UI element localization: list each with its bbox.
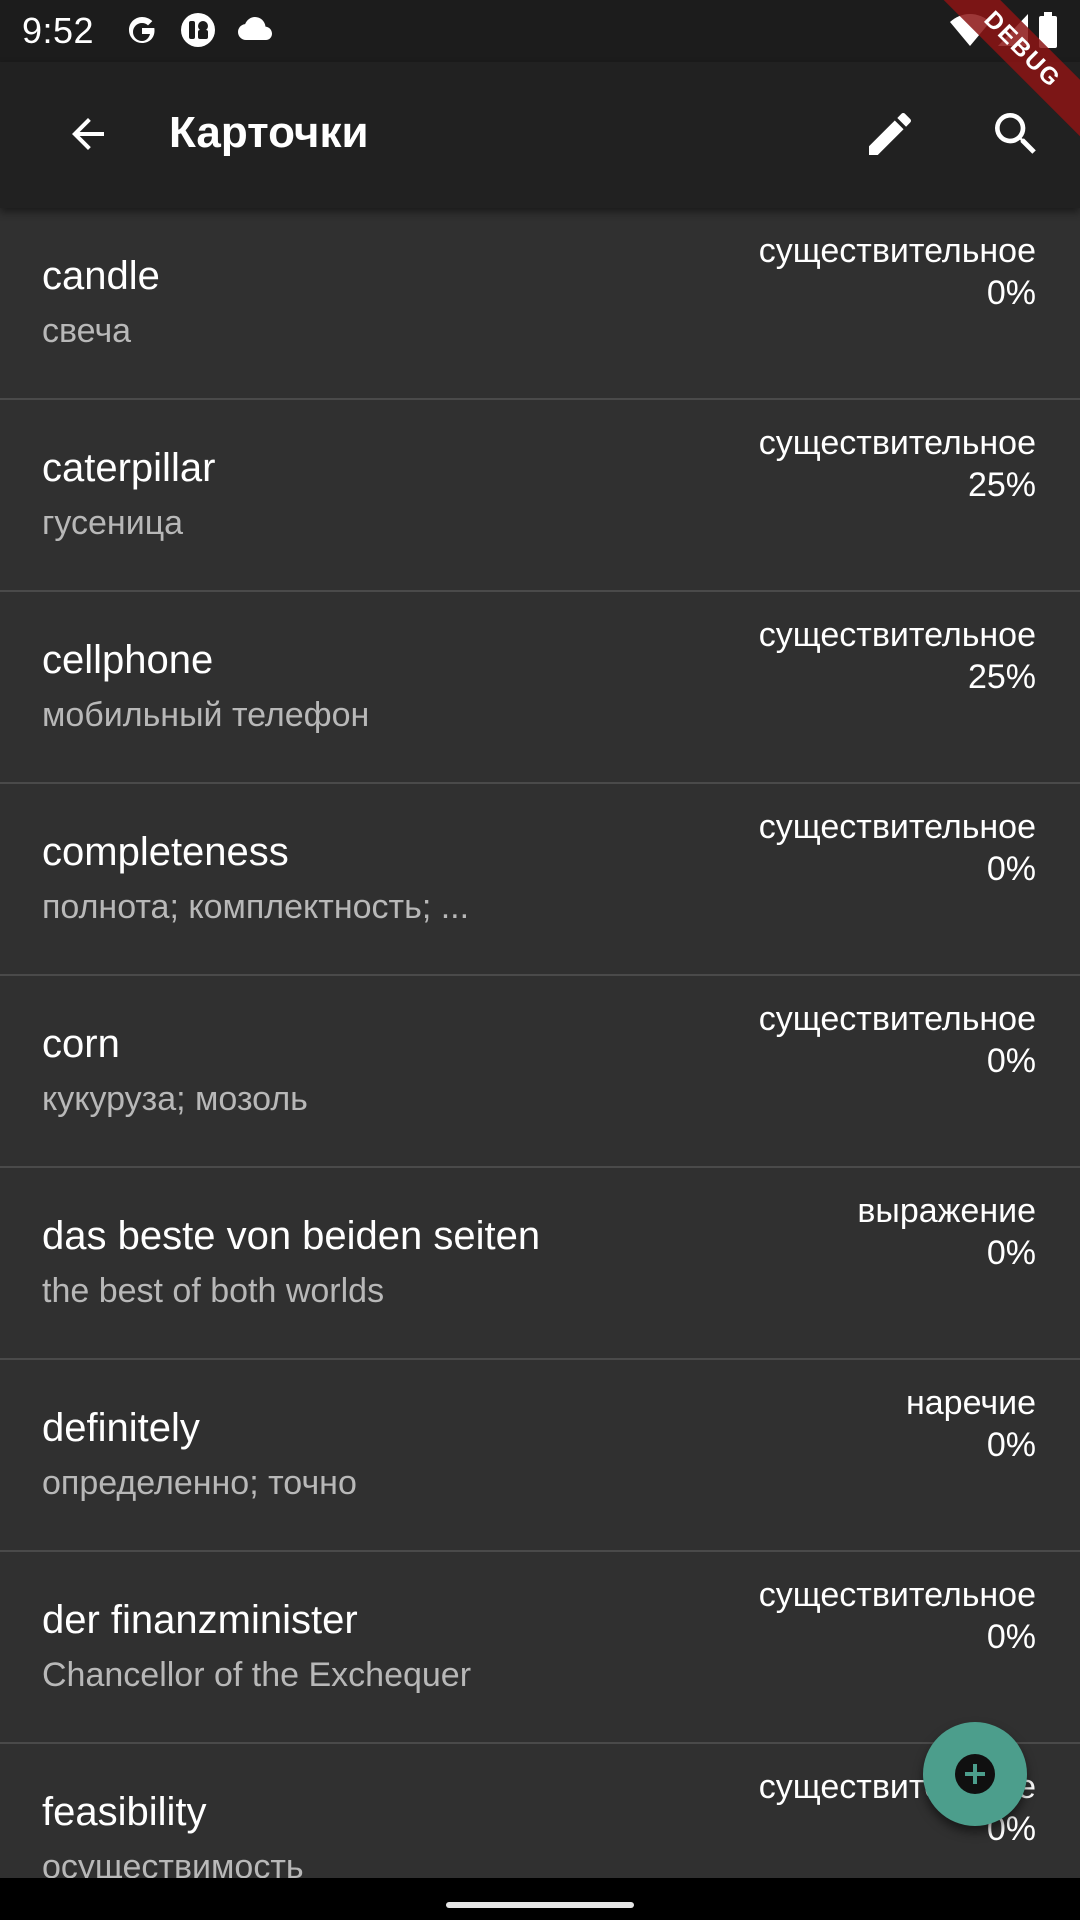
card-translation: определенно; точно xyxy=(42,1464,357,1502)
edit-button[interactable] xyxy=(842,86,938,182)
card-type: существительное xyxy=(758,1576,1036,1614)
card-progress: 25% xyxy=(967,466,1036,504)
card-translation: осуществимость xyxy=(42,1848,304,1878)
card-translation: гусеница xyxy=(42,504,184,542)
card-progress: 0% xyxy=(986,850,1036,888)
navigation-bar xyxy=(0,1878,1080,1920)
status-bar: 9:52 xyxy=(0,0,1080,62)
card-progress: 0% xyxy=(986,274,1036,312)
list-item[interactable]: feasibility осуществимость существительн… xyxy=(0,1744,1080,1878)
card-translation: свеча xyxy=(42,312,132,350)
card-type: существительное xyxy=(758,232,1036,270)
card-word: corn xyxy=(42,1022,120,1066)
status-time: 9:52 xyxy=(22,10,95,51)
card-word: der finanzminister xyxy=(42,1598,358,1642)
card-type: выражение xyxy=(857,1192,1036,1230)
cloud-icon xyxy=(238,17,272,40)
card-translation: кукуруза; мозоль xyxy=(42,1080,308,1118)
card-translation: полнота; комплектность; ... xyxy=(42,888,470,926)
card-translation: Chancellor of the Exchequer xyxy=(42,1656,472,1694)
card-progress: 0% xyxy=(986,1426,1036,1464)
list-item[interactable]: der finanzminister Chancellor of the Exc… xyxy=(0,1552,1080,1744)
back-button[interactable] xyxy=(40,86,136,182)
edit-icon xyxy=(869,112,912,155)
cards-list[interactable]: candle свеча существительное 0% caterpil… xyxy=(0,208,1080,1878)
card-type: существительное xyxy=(758,1000,1036,1038)
card-word: candle xyxy=(42,254,160,298)
google-icon xyxy=(129,17,156,43)
app-badge-icon xyxy=(181,13,215,47)
list-item[interactable]: corn кукуруза; мозоль существительное 0% xyxy=(0,976,1080,1168)
list-item[interactable]: candle свеча существительное 0% xyxy=(0,208,1080,400)
gesture-handle[interactable] xyxy=(446,1902,634,1908)
add-icon xyxy=(955,1754,995,1794)
list-item[interactable]: cellphone мобильный телефон существитель… xyxy=(0,592,1080,784)
card-type: существительное xyxy=(758,808,1036,846)
arrow-back-icon xyxy=(72,118,104,150)
page-title: Карточки xyxy=(169,108,369,157)
list-item[interactable]: das beste von beiden seiten the best of … xyxy=(0,1168,1080,1360)
card-word: definitely xyxy=(42,1406,200,1450)
card-type: существительное xyxy=(758,616,1036,654)
card-progress: 0% xyxy=(986,1234,1036,1272)
card-progress: 0% xyxy=(986,1042,1036,1080)
card-translation: the best of both worlds xyxy=(42,1272,385,1310)
card-word: cellphone xyxy=(42,638,214,682)
add-card-button[interactable] xyxy=(923,1722,1027,1826)
card-word: das beste von beiden seiten xyxy=(42,1214,541,1258)
search-icon xyxy=(995,113,1036,154)
card-progress: 0% xyxy=(986,1618,1036,1656)
card-word: feasibility xyxy=(42,1790,207,1834)
card-translation: мобильный телефон xyxy=(42,696,370,734)
list-item[interactable]: caterpillar гусеница существительное 25% xyxy=(0,400,1080,592)
card-type: существительное xyxy=(758,424,1036,462)
list-item[interactable]: definitely определенно; точно наречие 0% xyxy=(0,1360,1080,1552)
card-word: caterpillar xyxy=(42,446,216,490)
card-word: completeness xyxy=(42,830,289,874)
card-type: наречие xyxy=(906,1384,1036,1422)
card-progress: 25% xyxy=(967,658,1036,696)
app-bar: Карточки xyxy=(0,62,1080,208)
list-item[interactable]: completeness полнота; комплектность; ...… xyxy=(0,784,1080,976)
